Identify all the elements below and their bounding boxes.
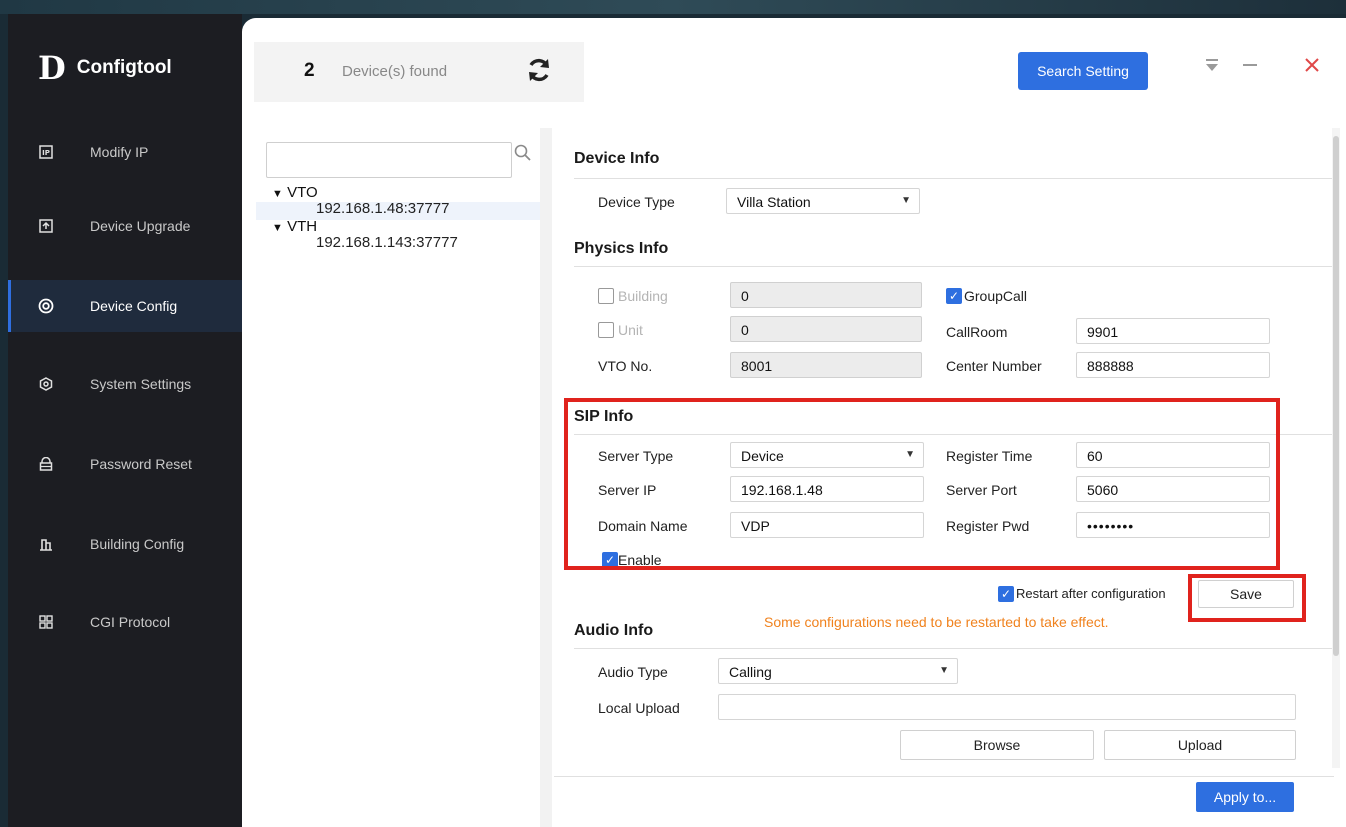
- target-icon: [38, 298, 54, 314]
- scroll-thumb[interactable]: [1333, 136, 1339, 656]
- callroom-label: CallRoom: [946, 324, 1008, 340]
- building-checkbox[interactable]: [598, 288, 614, 304]
- sidebar-item-modify-ip[interactable]: IP Modify IP: [8, 126, 242, 178]
- app-title: Configtool: [76, 57, 172, 78]
- collapse-icon: ▼: [272, 188, 283, 200]
- callroom-field[interactable]: 9901: [1076, 318, 1270, 344]
- sidebar-item-device-config[interactable]: Device Config: [8, 280, 242, 332]
- lock-icon: [38, 456, 54, 472]
- unit-label: Unit: [618, 322, 643, 338]
- refresh-icon[interactable]: [524, 56, 554, 86]
- apply-to-button[interactable]: Apply to...: [1196, 782, 1294, 812]
- sidebar-item-label: CGI Protocol: [90, 614, 171, 630]
- search-setting-button[interactable]: Search Setting: [1018, 52, 1148, 90]
- save-highlight-box: [1188, 574, 1306, 622]
- config-panel: Device Info Device Type Villa Station ▼ …: [554, 128, 1334, 827]
- sip-highlight-box: [564, 398, 1280, 570]
- close-icon[interactable]: [1304, 56, 1320, 79]
- sidebar-item-label: System Settings: [90, 376, 192, 392]
- device-type-select[interactable]: Villa Station ▼: [726, 188, 920, 214]
- desktop-background: [0, 0, 1346, 14]
- tree-group-label: VTH: [287, 218, 318, 235]
- divider: [574, 648, 1334, 649]
- main-window: 2 Device(s) found Search Setting ▼ VTO 1…: [242, 18, 1346, 827]
- unit-field: 0: [730, 316, 922, 342]
- restart-checkbox[interactable]: ✓: [998, 586, 1014, 602]
- building-field: 0: [730, 282, 922, 308]
- upload-button[interactable]: Upload: [1104, 730, 1296, 760]
- device-search-input[interactable]: [266, 142, 512, 178]
- divider: [574, 178, 1334, 179]
- sidebar-item-device-upgrade[interactable]: Device Upgrade: [8, 200, 242, 252]
- groupcall-label: GroupCall: [964, 288, 1028, 304]
- center-number-field[interactable]: 888888: [1076, 352, 1270, 378]
- grid-icon: [38, 614, 54, 630]
- restart-label: Restart after configuration: [1016, 586, 1166, 601]
- svg-text:IP: IP: [42, 149, 50, 157]
- filter-icon[interactable]: [1204, 56, 1220, 79]
- device-type-label: Device Type: [598, 194, 675, 210]
- tree-device-item[interactable]: 192.168.1.48:37777: [316, 200, 449, 217]
- upload-icon: [38, 218, 54, 234]
- hexagon-gear-icon: [38, 376, 54, 392]
- chevron-down-icon: ▼: [901, 195, 911, 206]
- device-tree-panel: ▼ VTO 192.168.1.48:37777 ▼ VTH 192.168.1…: [256, 128, 541, 827]
- device-info-title: Device Info: [574, 150, 660, 167]
- building-icon: [38, 536, 54, 552]
- audio-type-label: Audio Type: [598, 664, 668, 680]
- divider: [574, 266, 1334, 267]
- physics-info-title: Physics Info: [574, 240, 669, 257]
- groupcall-checkbox[interactable]: ✓: [946, 288, 962, 304]
- collapse-icon: ▼: [272, 222, 283, 234]
- local-upload-label: Local Upload: [598, 700, 680, 716]
- sidebar: D Configtool IP Modify IP Device Upgrade…: [8, 14, 242, 827]
- logo-mark: D: [38, 49, 66, 87]
- sidebar-item-label: Password Reset: [90, 456, 192, 472]
- search-icon[interactable]: [514, 144, 532, 167]
- scrollbar[interactable]: [1332, 128, 1340, 768]
- audio-info-title: Audio Info: [574, 622, 654, 639]
- browse-button[interactable]: Browse: [900, 730, 1094, 760]
- chevron-down-icon: ▼: [939, 665, 949, 676]
- restart-warning: Some configurations need to be restarted…: [764, 614, 1109, 630]
- device-count-label: Device(s) found: [342, 63, 448, 80]
- sidebar-item-label: Modify IP: [90, 144, 149, 160]
- tree-group-label: VTO: [287, 184, 318, 201]
- center-number-label: Center Number: [946, 358, 1042, 374]
- building-label: Building: [618, 288, 668, 304]
- unit-checkbox[interactable]: [598, 322, 614, 338]
- vto-no-label: VTO No.: [598, 358, 653, 374]
- app-logo: D Configtool: [38, 52, 172, 84]
- tree-device-item[interactable]: 192.168.1.143:37777: [316, 234, 458, 251]
- device-count-panel: 2 Device(s) found: [254, 42, 584, 102]
- tree-group-vth[interactable]: ▼ VTH: [272, 218, 317, 235]
- vto-no-field: 8001: [730, 352, 922, 378]
- sidebar-item-label: Device Config: [90, 298, 178, 314]
- sidebar-item-label: Device Upgrade: [90, 218, 191, 234]
- local-upload-field[interactable]: [718, 694, 1296, 720]
- sidebar-item-building-config[interactable]: Building Config: [8, 518, 242, 570]
- panel-divider: [540, 128, 552, 827]
- sidebar-item-cgi-protocol[interactable]: CGI Protocol: [8, 596, 242, 648]
- device-count: 2: [304, 60, 315, 81]
- device-type-value: Villa Station: [737, 194, 811, 210]
- ip-icon: IP: [38, 144, 54, 160]
- sidebar-item-password-reset[interactable]: Password Reset: [8, 438, 242, 490]
- audio-type-value: Calling: [729, 664, 772, 680]
- minimize-icon[interactable]: [1242, 56, 1258, 79]
- divider: [554, 776, 1334, 777]
- sidebar-item-label: Building Config: [90, 536, 185, 552]
- sidebar-item-system-settings[interactable]: System Settings: [8, 358, 242, 410]
- audio-type-select[interactable]: Calling ▼: [718, 658, 958, 684]
- tree-group-vto[interactable]: ▼ VTO: [272, 184, 318, 201]
